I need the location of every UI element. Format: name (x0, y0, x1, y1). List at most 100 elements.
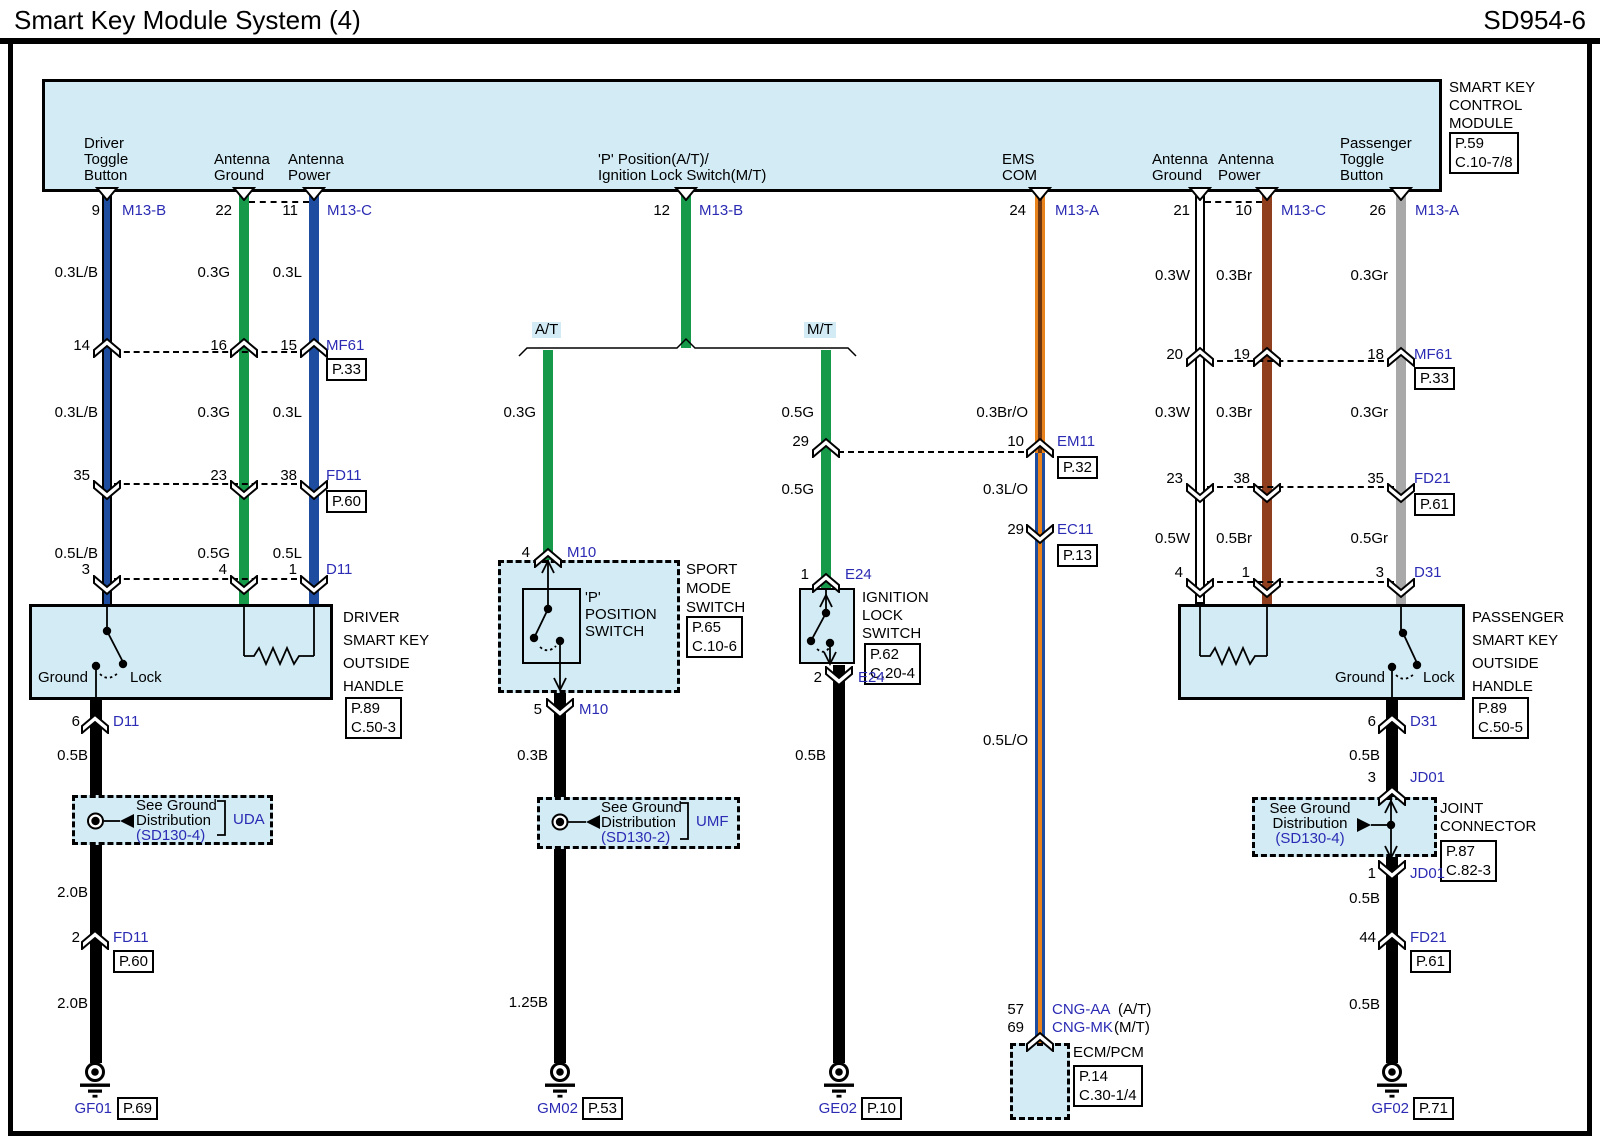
wire-gauge: 0.5B (756, 748, 826, 764)
wire-gauge: 0.3G (160, 405, 230, 421)
pin-number: 2 (46, 930, 80, 946)
connector-chevron-down-icon (1386, 578, 1416, 600)
ignition-lock-switch-label: IGNITION LOCK SWITCH (862, 589, 929, 643)
pin-notch-icon (1389, 187, 1413, 201)
page-ref: P.89 C.50-5 (1472, 697, 1529, 739)
connector-name: CNG-AA (1052, 1002, 1110, 1018)
connector-chevron-down-icon (1185, 483, 1215, 505)
pin-number: 15 (263, 338, 297, 354)
wire-gauge: 0.3G (160, 265, 230, 281)
pin-number: 9 (66, 203, 100, 219)
connector-chevron-down-icon (92, 480, 122, 502)
connector-name: M13-A (1415, 203, 1459, 219)
mt-tag: M/T (804, 322, 836, 338)
pin-number: 11 (264, 203, 298, 219)
connector-name: EC11 (1057, 522, 1093, 538)
ground-icon (540, 1061, 580, 1101)
wire-gauge: 0.5B (18, 748, 88, 764)
connector-chevron-up-icon (811, 436, 841, 458)
page-ref: P.32 (1057, 456, 1098, 479)
page-ref: P.53 (582, 1097, 623, 1120)
connector-name: CNG-MK (1052, 1020, 1113, 1036)
pin-number: 26 (1352, 203, 1386, 219)
connector-chevron-down-icon (229, 480, 259, 502)
pin-number: 10 (1218, 203, 1252, 219)
pin-notch-icon (1028, 187, 1052, 201)
wire-gauge: 0.5B (1310, 997, 1380, 1013)
switch-label-lock: Lock (130, 670, 162, 686)
pin-number: 1 (1216, 565, 1250, 581)
connector-name: M13-A (1055, 203, 1099, 219)
wire-gauge: 0.3L/B (28, 405, 98, 421)
page-ref: P.61 (1414, 493, 1455, 516)
pin-number: 38 (1216, 471, 1250, 487)
connector-chevron-down-icon (1185, 578, 1215, 600)
switch-label-lock: Lock (1423, 670, 1455, 686)
connector-name: MF61 (326, 338, 364, 354)
connector-chevron-up-icon (1377, 784, 1407, 806)
ground-dist-ref: (SD130-2) (601, 830, 670, 846)
connector-chevron-up-icon (299, 336, 329, 358)
pin-number: 20 (1149, 347, 1183, 363)
connector-name: MF61 (1414, 347, 1452, 363)
at-tag: A/T (532, 322, 561, 338)
connector-chevron-down-icon (1252, 483, 1282, 505)
connector-name: JD01 (1410, 866, 1445, 882)
wire-gauge: 0.3Gr (1318, 268, 1388, 284)
wire-gauge: 2.0B (18, 885, 88, 901)
wire-gauge: 0.5L/B (28, 546, 98, 562)
connector-name: M13-B (699, 203, 743, 219)
connector-chevron-up-icon (229, 336, 259, 358)
page-ref: P.14 C.30-1/4 (1073, 1065, 1143, 1107)
page-ref: P.71 (1413, 1097, 1454, 1120)
wire-gauge: 1.25B (478, 995, 548, 1011)
wire-gauge: 0.3W (1120, 405, 1190, 421)
pin-notch-icon (95, 187, 119, 201)
wire-gauge: 0.3Br (1182, 405, 1252, 421)
wire-gauge: 0.5L (232, 546, 302, 562)
wire-gauge: 0.5G (744, 405, 814, 421)
ground-name: GE02 (777, 1101, 857, 1117)
pin-number: 4 (1149, 565, 1183, 581)
wire-gauge: 0.3Br/O (958, 405, 1028, 421)
pin-number: 3 (1350, 565, 1384, 581)
connector-chevron-up-icon (1185, 345, 1215, 367)
connector-name: M10 (567, 545, 596, 561)
pin-number: 3 (1342, 770, 1376, 786)
pin-number: 5 (508, 702, 542, 718)
connector-name: EM11 (1057, 434, 1095, 450)
connector-name: FD21 (1414, 471, 1451, 487)
pin-number: 18 (1350, 347, 1384, 363)
pin-number: 12 (636, 203, 670, 219)
pin-notch-icon (302, 187, 326, 201)
connector-name: E24 (858, 670, 885, 686)
pin-number: 1 (775, 567, 809, 583)
connector-name: D11 (326, 562, 352, 578)
pin-number: 24 (992, 203, 1026, 219)
pin-notch-icon (232, 187, 256, 201)
wire-gauge: 0.5B (1310, 748, 1380, 764)
pin-number: 6 (46, 714, 80, 730)
connector-chevron-up-icon (1377, 712, 1407, 734)
connector-chevron-up-icon (1025, 1030, 1055, 1052)
ground-icon (75, 1061, 115, 1101)
page-ref: P.89 C.50-3 (345, 697, 402, 739)
wire-gauge: 0.3G (466, 405, 536, 421)
p-position-switch-label: 'P' POSITION SWITCH (585, 589, 657, 640)
ecm-pcm-label: ECM/PCM (1073, 1045, 1144, 1061)
wire-gauge: 0.5Br (1182, 531, 1252, 547)
page-ref: P.10 (861, 1097, 902, 1120)
connector-name: E24 (845, 567, 872, 583)
connector-chevron-down-icon (545, 698, 575, 720)
wire-gauge: 0.5G (160, 546, 230, 562)
connector-chevron-down-icon (1377, 860, 1407, 882)
ground-name: GM02 (498, 1101, 578, 1117)
page-ref: P.33 (1414, 367, 1455, 390)
connector-chevron-down-icon (299, 480, 329, 502)
page-ref: P.61 (1410, 950, 1451, 973)
connector-chevron-down-icon (229, 575, 259, 597)
wire-gauge: 0.3W (1120, 268, 1190, 284)
pin-number: 35 (1350, 471, 1384, 487)
ground-icon (819, 1061, 859, 1101)
wire-gauge: 0.3Gr (1318, 405, 1388, 421)
